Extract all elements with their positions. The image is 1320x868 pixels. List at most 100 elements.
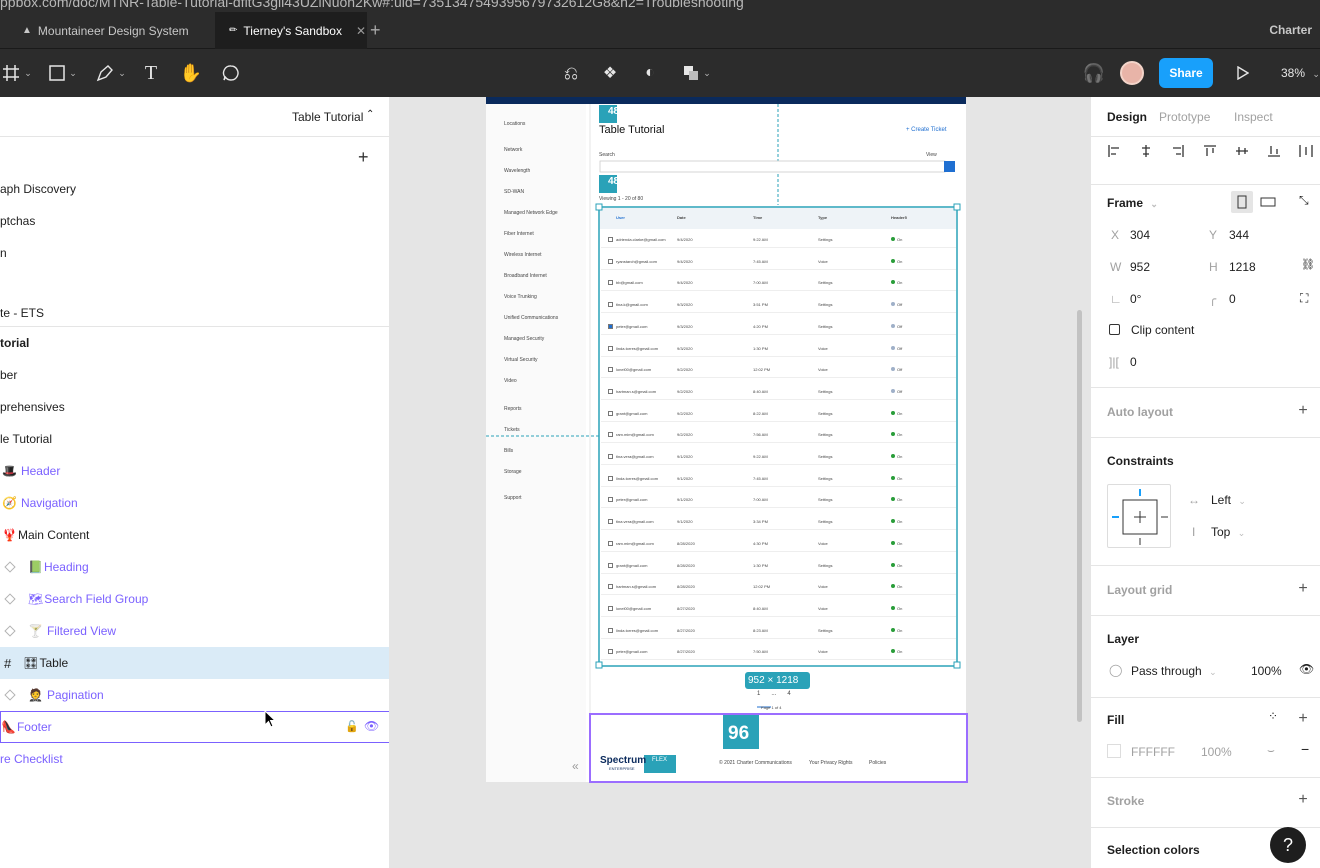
layer-item-table[interactable]: # 🎛 Table [0, 647, 389, 679]
row-checkbox[interactable] [608, 584, 613, 590]
style-grid-icon[interactable]: ⁘ [1268, 709, 1278, 723]
row-checkbox[interactable] [608, 367, 613, 373]
tab-mountaineer[interactable]: ▲ Mountaineer Design System [0, 12, 215, 49]
independent-corners-icon[interactable]: ⛶ [1300, 291, 1308, 306]
align-center-v-icon[interactable] [1235, 144, 1249, 158]
blend-mode-select[interactable]: Pass through ⌄ [1131, 664, 1217, 678]
mask-button[interactable]: ◐ [640, 49, 660, 97]
add-fill-icon[interactable]: + [1296, 711, 1310, 727]
canvas[interactable]: 48 48 Table Tutorial + Create Ticket Sea… [391, 97, 1090, 868]
layer-item-navigation[interactable]: 🧭 Navigation [0, 487, 389, 519]
clip-content-checkbox[interactable] [1109, 324, 1120, 335]
comment-tool[interactable] [220, 49, 242, 97]
layer-item[interactable]: le Tutorial [0, 423, 389, 455]
row-checkbox[interactable] [608, 562, 613, 568]
layer-item-header[interactable]: 🎩 Header [0, 455, 389, 487]
row-checkbox[interactable] [608, 388, 613, 394]
row-checkbox[interactable] [608, 302, 613, 308]
row-checkbox[interactable] [608, 237, 613, 242]
layer-opacity-input[interactable]: 100% [1251, 664, 1282, 678]
add-layout-grid-icon[interactable]: + [1296, 581, 1310, 597]
constraints-widget[interactable] [1107, 484, 1171, 548]
tab-inspect[interactable]: Inspect [1234, 110, 1273, 124]
eye-icon[interactable]: 👁 [364, 719, 379, 733]
hidden-eye-icon[interactable]: ⌣ [1267, 743, 1275, 758]
table-header-cell[interactable]: Time [753, 215, 762, 220]
layer-item[interactable]: ber [0, 359, 389, 391]
canvas-scrollbar[interactable] [1077, 310, 1082, 722]
layer-item-main-content[interactable]: 🦞 Main Content [0, 519, 389, 551]
align-top-icon[interactable] [1203, 144, 1217, 158]
radius-input[interactable]: 0 [1229, 292, 1236, 306]
layer-item[interactable]: re Checklist [0, 743, 389, 775]
chevron-up-icon[interactable]: ⌃ [366, 109, 374, 120]
layer-item-search-field-group[interactable]: 🗺 Search Field Group [0, 583, 389, 615]
table-header-cell[interactable]: Type [818, 215, 827, 220]
row-checkbox[interactable] [608, 519, 613, 525]
row-checkbox[interactable] [608, 432, 613, 438]
row-checkbox[interactable] [608, 649, 613, 655]
page-item[interactable]: ptchas [0, 205, 389, 237]
hand-tool[interactable]: ✋ [180, 49, 202, 97]
row-checkbox[interactable] [608, 605, 613, 611]
pen-tool[interactable]: ⌄ [94, 49, 128, 97]
tab-design[interactable]: Design [1107, 110, 1147, 124]
add-page-button[interactable]: + [358, 147, 369, 168]
remove-fill-icon[interactable]: − [1301, 741, 1309, 757]
help-button[interactable]: ? [1270, 827, 1306, 863]
component-button[interactable]: ❖ [600, 49, 620, 97]
pager-item[interactable]: 4 [787, 691, 790, 697]
pager-item[interactable]: ... [771, 691, 776, 697]
align-bottom-icon[interactable] [1267, 144, 1281, 158]
fill-hex-input[interactable]: FFFFFF [1131, 745, 1175, 759]
portrait-button[interactable] [1231, 191, 1253, 213]
layer-item-pagination[interactable]: 🤵 Pagination [0, 679, 389, 711]
add-auto-layout-icon[interactable]: + [1296, 403, 1310, 419]
constrain-proportions-icon[interactable]: ⛓ [1301, 258, 1315, 271]
present-button[interactable] [1232, 49, 1254, 97]
close-icon[interactable]: ✕ [356, 24, 366, 38]
row-checkbox[interactable] [608, 258, 613, 264]
align-left-icon[interactable] [1107, 144, 1121, 158]
row-checkbox[interactable] [608, 475, 613, 481]
row-checkbox[interactable] [608, 540, 613, 546]
page-item[interactable]: aph Discovery [0, 173, 389, 205]
frame-tool[interactable]: ⌄ [0, 49, 34, 97]
page-item[interactable]: n [0, 237, 389, 269]
layer-item-heading[interactable]: 📗 Heading [0, 551, 389, 583]
rotation-input[interactable]: 0° [1130, 292, 1141, 306]
tab-prototype[interactable]: Prototype [1159, 110, 1210, 124]
lock-icon[interactable]: 🔓 [345, 720, 359, 733]
fill-swatch[interactable] [1107, 744, 1121, 758]
align-right-icon[interactable] [1171, 144, 1185, 158]
distribute-icon[interactable] [1299, 144, 1313, 158]
page-item[interactable]: te - ETS [0, 301, 389, 325]
row-checkbox[interactable] [608, 280, 613, 286]
eye-icon[interactable]: 👁 [1299, 662, 1314, 676]
avatar[interactable] [1120, 61, 1144, 85]
w-input[interactable]: 952 [1130, 260, 1150, 274]
constraint-v-select[interactable]: Top ⌄ [1211, 525, 1245, 539]
text-tool[interactable]: T [141, 49, 161, 97]
align-center-h-icon[interactable] [1139, 144, 1153, 158]
share-button[interactable]: Share [1159, 58, 1213, 88]
layer-item-filtered-view[interactable]: 🍸 Filtered View [0, 615, 389, 647]
table-header-cell[interactable]: Header5 [891, 215, 907, 220]
fit-icon[interactable]: ⤡ [1299, 193, 1309, 208]
boolean-button[interactable]: ⌄ [680, 49, 714, 97]
new-tab-button[interactable]: + [370, 12, 388, 49]
constraint-h-select[interactable]: Left ⌄ [1211, 493, 1246, 507]
row-checkbox[interactable] [608, 627, 613, 633]
zoom-level[interactable]: 38% ⌄ [1281, 49, 1320, 97]
spacing-input[interactable]: 0 [1130, 355, 1137, 369]
audio-button[interactable]: 🎧 [1083, 49, 1105, 97]
table-header-cell[interactable]: Date [677, 215, 686, 220]
row-checkbox[interactable] [608, 497, 613, 503]
frame-label[interactable]: Frame ⌄ [1107, 196, 1158, 210]
row-checkbox[interactable] [608, 410, 613, 416]
h-input[interactable]: 1218 [1229, 260, 1256, 274]
table-header-cell[interactable]: User [616, 215, 625, 220]
detach-button[interactable]: ⎌ [561, 49, 581, 97]
row-checkbox[interactable] [608, 454, 613, 459]
add-stroke-icon[interactable]: + [1296, 792, 1310, 808]
